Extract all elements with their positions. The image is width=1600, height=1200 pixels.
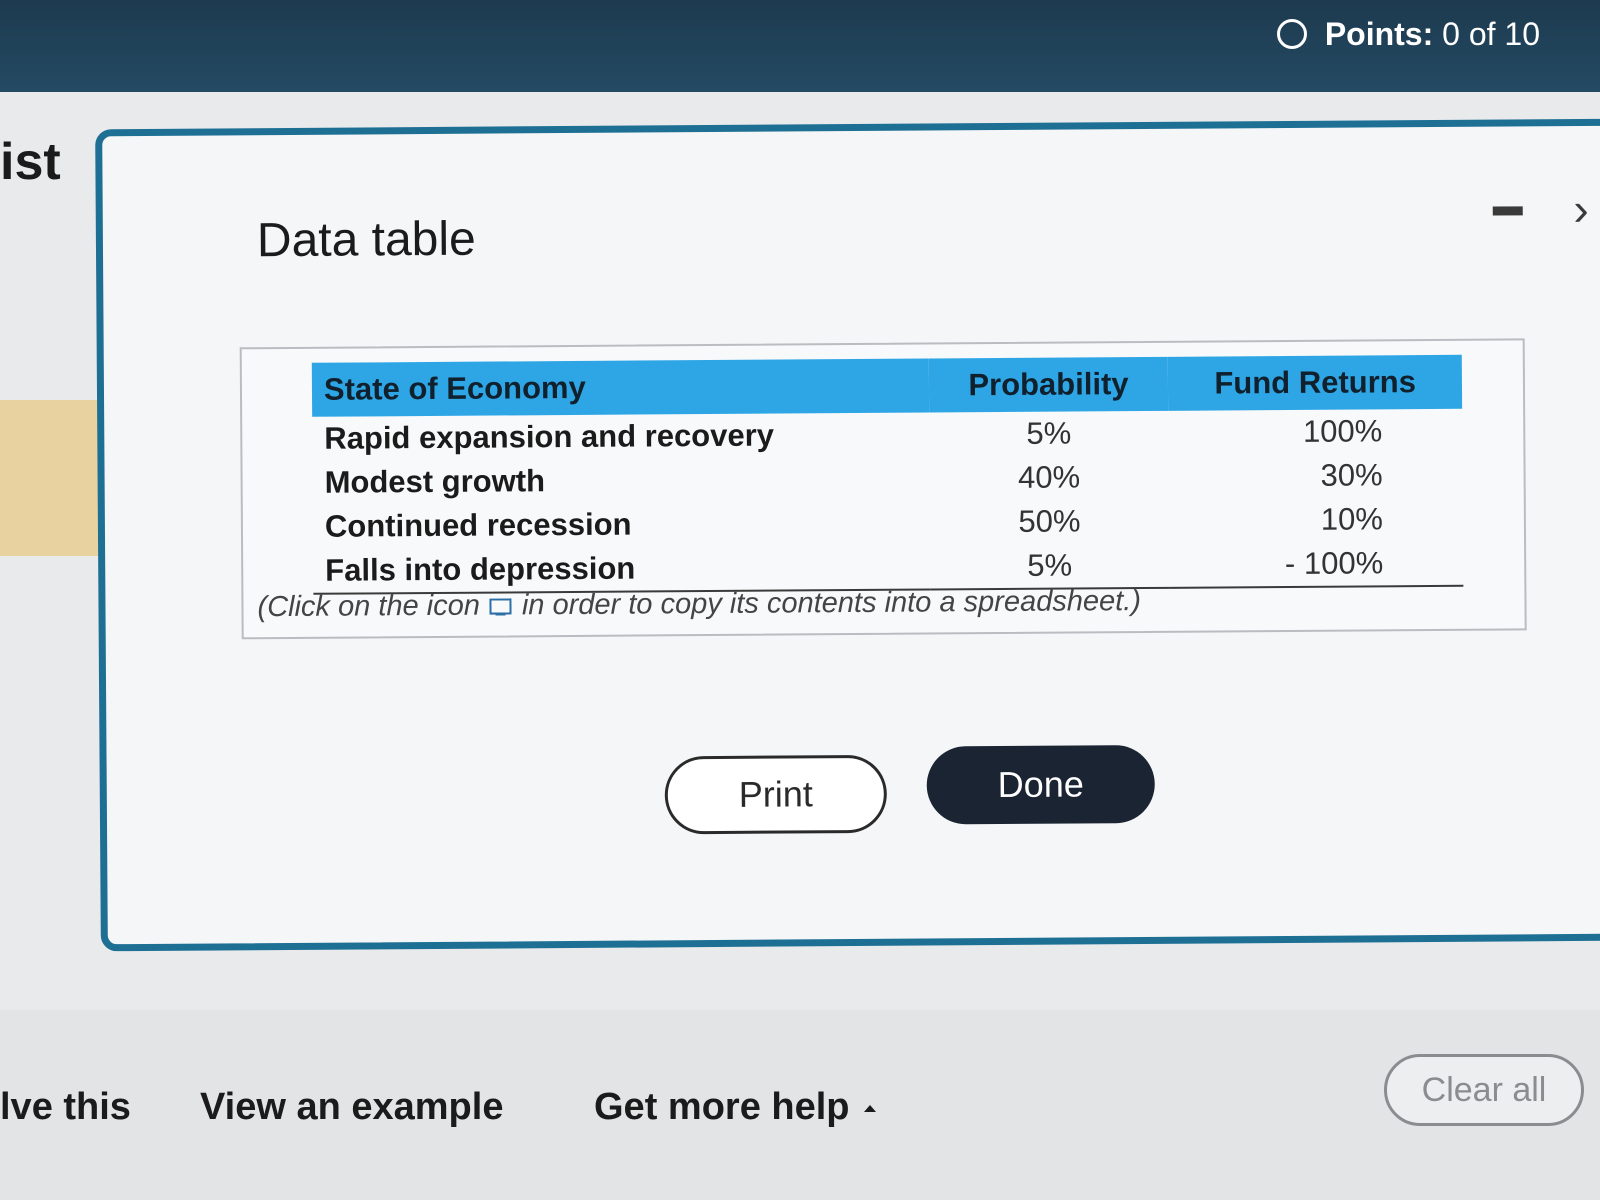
chevron-right-icon[interactable]: › — [1573, 183, 1589, 235]
caret-up-icon — [863, 1105, 876, 1113]
table-container: State of Economy Probability Fund Return… — [239, 338, 1527, 640]
top-header-bar: Points: 0 of 10 — [0, 0, 1600, 92]
copy-instructions: (Click on the icon in order to copy its … — [257, 585, 1141, 624]
table-cell-probability: 40% — [1017, 459, 1081, 495]
points-value: 0 of 10 — [1442, 15, 1540, 52]
done-button[interactable]: Done — [926, 744, 1156, 825]
table-cell-probability: 5% — [929, 542, 1170, 590]
table-cell-state: Rapid expansion and recovery — [324, 417, 775, 456]
column-header: State of Economy — [311, 358, 929, 417]
minimize-icon[interactable] — [1492, 206, 1523, 216]
points-indicator: Points: 0 of 10 — [1276, 14, 1540, 54]
table-cell-return: 10% — [1320, 501, 1384, 537]
data-table-dialog: Data table › State of Economy Probabilit… — [95, 118, 1600, 952]
solve-this-link[interactable]: lve this — [0, 1086, 131, 1129]
table-cell-return: - 100% — [1169, 540, 1464, 588]
copy-note-before: (Click on the icon — [257, 589, 481, 624]
points-label: Points: — [1324, 15, 1434, 52]
print-button[interactable]: Print — [664, 754, 888, 835]
dialog-title: Data table — [256, 212, 476, 268]
table-cell-return: 30% — [1320, 457, 1383, 493]
copy-to-spreadsheet-icon[interactable] — [489, 597, 512, 615]
data-table: State of Economy Probability Fund Return… — [311, 354, 1464, 595]
background-title-fragment: ist — [0, 133, 61, 191]
table-header-row: State of Economy Probability Fund Return… — [311, 354, 1463, 417]
table-cell-return: 100% — [1302, 413, 1383, 449]
table-cell-state: Modest growth — [324, 463, 546, 500]
table-cell-state: Continued recession — [324, 506, 632, 544]
table-cell-probability: 50% — [1018, 503, 1081, 539]
status-circle-icon — [1276, 19, 1307, 49]
copy-note-after: in order to copy its contents into a spr… — [521, 585, 1142, 622]
get-more-help-label: Get more help — [594, 1086, 850, 1128]
column-header: Fund Returns — [1168, 354, 1463, 411]
get-more-help-link[interactable]: Get more help — [594, 1086, 876, 1129]
column-header: Probability — [928, 356, 1169, 413]
table-cell-probability: 5% — [1026, 415, 1072, 451]
background-highlight-row — [0, 400, 100, 556]
view-example-link[interactable]: View an example — [200, 1086, 503, 1129]
clear-all-button[interactable]: Clear all — [1384, 1054, 1584, 1126]
